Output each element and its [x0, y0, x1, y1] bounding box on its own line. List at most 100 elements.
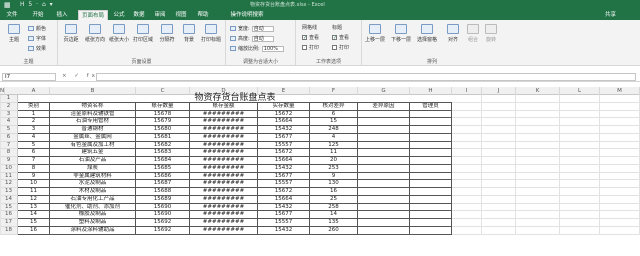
cell[interactable] [600, 188, 640, 196]
table-cell[interactable]: 建筑五金 [50, 149, 136, 157]
theme-colors-button[interactable]: 颜色 [28, 25, 46, 32]
cell[interactable] [358, 133, 410, 142]
table-cell[interactable]: 125 [310, 141, 358, 150]
cell[interactable] [482, 157, 516, 165]
formula-icons[interactable]: × ✓ fx [62, 73, 98, 79]
column-header-h[interactable]: H [410, 87, 452, 95]
cell[interactable] [516, 188, 560, 196]
table-cell[interactable]: 6 [310, 110, 358, 119]
table-cell[interactable]: ######### [190, 110, 258, 119]
table-cell[interactable]: 15432 [258, 126, 310, 134]
column-header-i[interactable]: I [452, 87, 482, 95]
cell[interactable] [600, 211, 640, 219]
table-cell[interactable]: 15557 [258, 180, 310, 188]
cell[interactable] [600, 195, 640, 204]
table-cell[interactable]: 1 [18, 110, 50, 119]
cell[interactable] [410, 133, 452, 142]
cell[interactable] [452, 141, 482, 150]
send-backward-button[interactable]: 下移一层 [390, 24, 412, 43]
cell[interactable] [410, 172, 452, 181]
table-cell[interactable]: 石油专用管材 [50, 118, 136, 126]
column-header-l[interactable]: L [560, 87, 600, 95]
cell[interactable] [482, 195, 516, 204]
header-cell[interactable]: 核对差异 [310, 102, 358, 111]
cell[interactable] [452, 110, 482, 119]
table-cell[interactable]: ######### [190, 211, 258, 219]
cell[interactable] [600, 141, 640, 150]
table-cell[interactable]: ######### [190, 164, 258, 173]
table-cell[interactable]: ######### [190, 118, 258, 126]
cell[interactable] [560, 95, 600, 103]
table-cell[interactable]: 水泥及制品 [50, 180, 136, 188]
table-cell[interactable]: 有色金属及加工材 [50, 141, 136, 150]
column-header-j[interactable]: J [482, 87, 516, 95]
table-cell[interactable]: 15432 [258, 164, 310, 173]
cell[interactable] [410, 110, 452, 119]
table-cell[interactable]: ######### [190, 219, 258, 227]
orientation-button[interactable]: 纸张方向 [84, 24, 106, 43]
column-header-m[interactable]: M [600, 87, 640, 95]
row-header[interactable]: 15 [0, 203, 18, 212]
cell[interactable] [600, 110, 640, 119]
cell[interactable] [560, 195, 600, 204]
cell[interactable] [560, 126, 600, 134]
table-cell[interactable]: 258 [310, 203, 358, 212]
cell[interactable] [600, 164, 640, 173]
cell[interactable] [452, 118, 482, 126]
row-header[interactable]: 5 [0, 126, 18, 134]
cell[interactable] [516, 126, 560, 134]
table-cell[interactable]: 15683 [136, 149, 190, 157]
cell[interactable] [410, 203, 452, 212]
cell[interactable] [560, 211, 600, 219]
table-cell[interactable]: ######### [190, 126, 258, 134]
cell[interactable] [482, 164, 516, 173]
row-header[interactable]: 7 [0, 141, 18, 150]
table-cell[interactable]: 15686 [136, 172, 190, 181]
row-header[interactable]: 17 [0, 219, 18, 227]
cell[interactable] [560, 141, 600, 150]
cell[interactable] [452, 126, 482, 134]
cell[interactable] [452, 211, 482, 219]
cell[interactable] [358, 203, 410, 212]
cell[interactable] [0, 149, 1, 157]
row-header[interactable]: 6 [0, 133, 18, 142]
cell[interactable] [482, 118, 516, 126]
cell[interactable] [516, 141, 560, 150]
table-cell[interactable]: 金属丝、金属网 [50, 133, 136, 142]
cell[interactable] [516, 102, 560, 111]
cell[interactable] [482, 226, 516, 235]
cell[interactable] [452, 203, 482, 212]
cell[interactable] [452, 102, 482, 111]
tab-review[interactable]: 审阅 [151, 10, 169, 20]
cell[interactable] [560, 219, 600, 227]
themes-button[interactable]: 主题 [3, 24, 25, 43]
cell[interactable] [600, 126, 640, 134]
table-cell[interactable]: 15690 [136, 203, 190, 212]
cell[interactable] [410, 188, 452, 196]
headings-print-checkbox[interactable]: 打印 [332, 44, 349, 51]
column-header-n[interactable]: N [0, 87, 6, 95]
table-cell[interactable]: ######### [190, 157, 258, 165]
table-cell[interactable]: ######### [190, 172, 258, 181]
cell[interactable] [560, 164, 600, 173]
cell[interactable] [358, 118, 410, 126]
cell[interactable] [600, 95, 640, 103]
cell[interactable] [0, 226, 1, 235]
column-header-f[interactable]: F [310, 87, 358, 95]
cell[interactable] [452, 172, 482, 181]
header-cell[interactable]: 账存金额 [190, 102, 258, 111]
cell[interactable] [410, 226, 452, 235]
cell[interactable] [410, 195, 452, 204]
table-cell[interactable]: 253 [310, 164, 358, 173]
cell[interactable] [410, 164, 452, 173]
cell[interactable] [0, 211, 1, 219]
column-header-a[interactable]: A [18, 87, 50, 95]
cell[interactable] [0, 95, 1, 103]
tab-file[interactable]: 文件 [2, 10, 22, 20]
cell[interactable] [0, 164, 1, 173]
table-cell[interactable]: 4 [18, 133, 50, 142]
cell[interactable] [358, 110, 410, 119]
cell[interactable] [452, 195, 482, 204]
table-cell[interactable]: 10 [18, 180, 50, 188]
table-cell[interactable]: 15672 [258, 110, 310, 119]
